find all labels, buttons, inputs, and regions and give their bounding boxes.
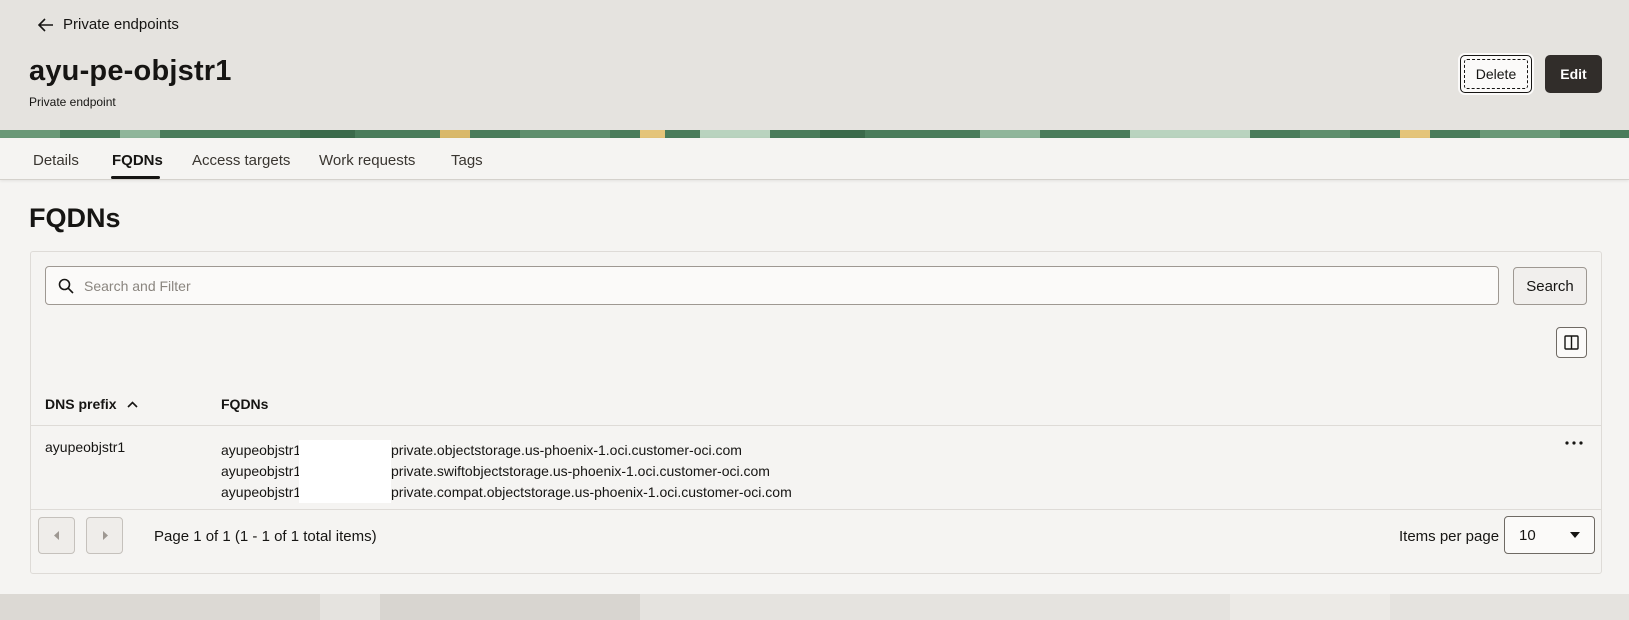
tab-fqdns[interactable]: FQDNs <box>112 152 163 169</box>
fqdn-item: ayupeobjstr1 private.swiftobjectstorage.… <box>221 461 792 482</box>
search-input[interactable] <box>84 267 1484 304</box>
arrow-left-icon <box>38 17 53 32</box>
columns-icon <box>1564 335 1579 350</box>
fqdn-list: ayupeobjstr1 private.objectstorage.us-ph… <box>221 440 792 503</box>
next-page-button[interactable] <box>86 517 123 554</box>
column-header-fqdns: FQDNs <box>221 396 268 412</box>
tab-bar: Details FQDNs Access targets Work reques… <box>0 138 1629 180</box>
section-title: FQDNs <box>29 203 121 233</box>
manage-columns-button[interactable] <box>1556 327 1587 358</box>
fqdn-suffix: private.swiftobjectstorage.us-phoenix-1.… <box>391 463 770 479</box>
redacted-region <box>299 461 391 482</box>
tab-work-requests[interactable]: Work requests <box>319 152 415 169</box>
fqdn-item: ayupeobjstr1 private.objectstorage.us-ph… <box>221 440 792 461</box>
page-header: Private endpoints ayu-pe-objstr1 Private… <box>0 0 1629 130</box>
previous-page-button[interactable] <box>38 517 75 554</box>
redacted-region <box>299 440 391 461</box>
caret-down-icon <box>1570 532 1580 538</box>
fqdn-prefix: ayupeobjstr1 <box>221 484 302 500</box>
more-horizontal-icon <box>1565 441 1583 445</box>
delete-button[interactable]: Delete <box>1460 55 1532 93</box>
fqdn-prefix: ayupeobjstr1 <box>221 442 302 458</box>
page-subtitle: Private endpoint <box>29 95 116 109</box>
decorative-footer <box>0 594 1629 620</box>
fqdn-item: ayupeobjstr1 private.compat.objectstorag… <box>221 482 792 503</box>
tab-access-targets[interactable]: Access targets <box>192 152 290 169</box>
header-divider <box>31 425 1601 426</box>
row-actions-menu[interactable] <box>1561 433 1587 453</box>
fqdn-prefix: ayupeobjstr1 <box>221 463 302 479</box>
tab-details[interactable]: Details <box>33 152 79 169</box>
column-header-label: FQDNs <box>221 396 269 412</box>
chevron-up-icon <box>127 400 138 408</box>
pagination-status: Page 1 of 1 (1 - 1 of 1 total items) <box>154 528 377 545</box>
fqdns-card: Search DNS prefix FQDNs ayupeobjstr1 ayu… <box>30 251 1602 574</box>
search-icon <box>58 278 74 294</box>
redacted-region <box>299 482 391 503</box>
caret-left-icon <box>53 531 59 540</box>
active-tab-indicator <box>111 176 160 179</box>
back-link-label: Private endpoints <box>63 16 179 33</box>
column-header-dns-prefix[interactable]: DNS prefix <box>45 396 138 412</box>
page-title: ayu-pe-objstr1 <box>29 55 232 87</box>
decorative-banner <box>0 130 1629 138</box>
fqdn-suffix: private.objectstorage.us-phoenix-1.oci.c… <box>391 442 742 458</box>
items-per-page-label: Items per page <box>1399 528 1500 545</box>
items-per-page-value: 10 <box>1519 526 1536 544</box>
dns-prefix-cell: ayupeobjstr1 <box>45 439 126 455</box>
back-to-private-endpoints-link[interactable]: Private endpoints <box>38 16 179 33</box>
tab-tags[interactable]: Tags <box>451 152 483 169</box>
search-box <box>45 266 1499 305</box>
items-per-page-select[interactable]: 10 <box>1504 516 1595 554</box>
fqdn-suffix: private.compat.objectstorage.us-phoenix-… <box>391 484 792 500</box>
column-header-label: DNS prefix <box>45 396 117 412</box>
search-button[interactable]: Search <box>1513 267 1587 305</box>
edit-button[interactable]: Edit <box>1545 55 1602 93</box>
caret-right-icon <box>102 531 108 540</box>
row-divider <box>31 509 1601 510</box>
